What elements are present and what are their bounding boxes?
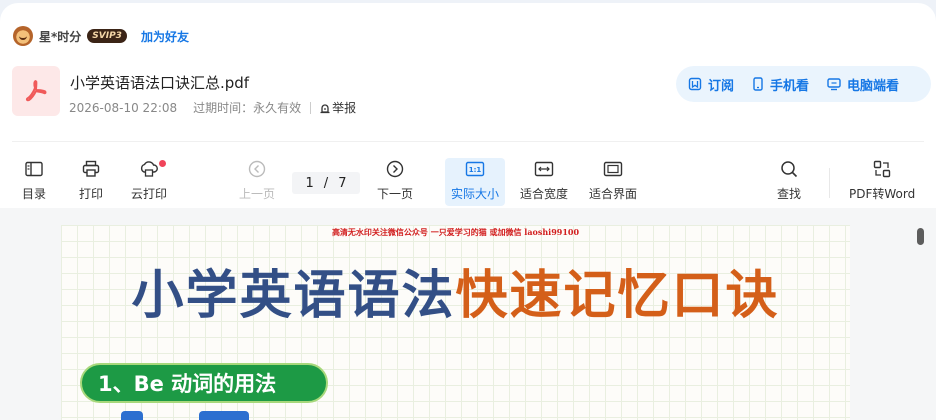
prev-page-button[interactable]: 上一页 <box>239 158 275 206</box>
next-content-peek <box>121 411 143 420</box>
toc-button[interactable]: 目录 <box>22 158 46 206</box>
fit-width-button[interactable]: 适合宽度 <box>520 158 568 206</box>
header-divider <box>12 141 924 142</box>
document-main-title: 小学英语语法快速记忆口诀 <box>61 253 850 328</box>
actual-size-icon: 1:1 <box>465 161 485 177</box>
toc-label: 目录 <box>22 187 47 201</box>
fit-page-label: 适合界面 <box>589 187 638 201</box>
report-button[interactable]: 举报 <box>319 99 356 116</box>
pdf-to-word-label: PDF转Word <box>849 187 916 201</box>
section-heading: 1、Be 动词的用法 <box>80 363 328 403</box>
upload-date: 2026-08-10 22:08 <box>69 100 178 115</box>
desktop-icon <box>827 78 841 91</box>
fit-width-icon <box>534 161 554 177</box>
fit-page-icon <box>603 161 623 177</box>
current-page-input[interactable]: 1 <box>306 176 314 191</box>
phone-icon <box>753 77 763 91</box>
subscribe-icon <box>688 77 702 91</box>
file-meta: 2026-08-10 22:08 过期时间： 永久有效 举报 <box>69 99 356 116</box>
actual-size-button[interactable]: 1:1 实际大小 <box>445 158 505 206</box>
page-indicator: 1 / 7 <box>292 172 360 194</box>
avatar[interactable] <box>13 26 33 46</box>
pdf-file-icon <box>12 66 60 116</box>
pdf-to-word-button[interactable]: PDF转Word <box>849 158 915 206</box>
pdf-icon <box>25 80 47 102</box>
pdf-page: 高清无水印关注微信公众号 一只爱学习的猫 或加微信 laoshi99100 小学… <box>61 225 850 420</box>
title-part-blue: 小学英语语法 <box>131 266 456 326</box>
uploader-name[interactable]: 星*时分 <box>39 28 81 45</box>
find-label: 查找 <box>777 187 802 201</box>
add-friend-link[interactable]: 加为好友 <box>141 28 189 45</box>
divider <box>310 101 312 114</box>
expiry-label: 过期时间： <box>193 101 254 115</box>
search-icon <box>781 161 798 178</box>
view-options-bar: 订阅 手机看 电脑端看 <box>676 66 931 102</box>
chevron-right-icon <box>386 160 404 178</box>
desktop-view-label: 电脑端看 <box>847 78 900 94</box>
page-separator: / <box>323 175 329 191</box>
title-part-orange: 快速记忆口诀 <box>455 266 780 326</box>
subscribe-label: 订阅 <box>708 78 735 94</box>
fit-width-label: 适合宽度 <box>520 187 569 201</box>
vip-badge: SVIP3 <box>87 29 127 43</box>
alarm-icon <box>320 103 330 113</box>
chevron-left-icon <box>248 160 266 178</box>
mobile-view-button[interactable]: 手机看 <box>752 75 809 94</box>
desktop-view-button[interactable]: 电脑端看 <box>827 75 899 94</box>
uploader-row: 星*时分 SVIP3 加为好友 <box>13 26 189 46</box>
expiry-value: 永久有效 <box>253 101 302 115</box>
next-page-label: 下一页 <box>377 187 414 201</box>
actual-size-icon-text: 1:1 <box>469 166 482 174</box>
next-content-peek <box>199 411 249 420</box>
file-title: 小学英语语法口诀汇总.pdf <box>70 74 250 92</box>
scrollbar-thumb[interactable] <box>917 228 924 245</box>
find-button[interactable]: 查找 <box>777 158 801 206</box>
actual-size-label: 实际大小 <box>450 187 499 201</box>
notification-dot <box>159 160 166 167</box>
next-page-button[interactable]: 下一页 <box>377 158 413 206</box>
watermark-text: 高清无水印关注微信公众号 一只爱学习的猫 或加微信 laoshi99100 <box>331 227 580 237</box>
subscribe-button[interactable]: 订阅 <box>688 75 734 94</box>
mobile-view-label: 手机看 <box>770 78 810 94</box>
total-pages: 7 <box>338 175 347 191</box>
print-label: 打印 <box>79 187 104 201</box>
printer-icon <box>82 160 100 177</box>
prev-page-label: 上一页 <box>239 187 276 201</box>
print-button[interactable]: 打印 <box>79 158 103 206</box>
toolbar-divider <box>829 168 830 198</box>
cloud-print-icon <box>140 161 158 177</box>
cloud-print-button[interactable]: 云打印 <box>131 158 167 206</box>
cloud-print-label: 云打印 <box>131 187 168 201</box>
convert-icon <box>873 160 891 178</box>
toc-icon <box>25 161 43 177</box>
fit-page-button[interactable]: 适合界面 <box>589 158 637 206</box>
report-label: 举报 <box>332 101 357 115</box>
